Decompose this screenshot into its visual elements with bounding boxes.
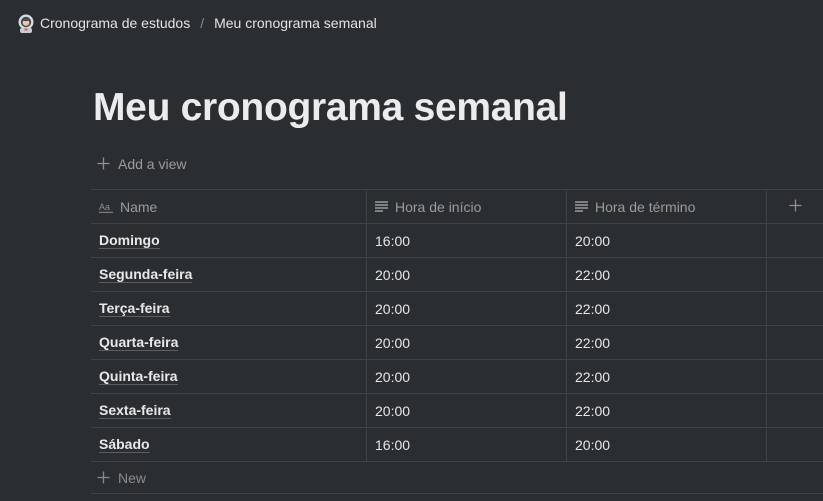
start-cell[interactable]: 20:00	[367, 292, 567, 325]
breadcrumb-current-label: Meu cronograma semanal	[214, 14, 377, 31]
name-cell[interactable]: Domingo	[91, 224, 367, 257]
add-view-button[interactable]: Add a view	[97, 156, 186, 172]
new-row-button[interactable]: New	[91, 462, 823, 494]
table-row[interactable]: Domingo 16:00 20:00	[91, 224, 823, 258]
empty-cell	[767, 326, 823, 359]
breadcrumb-current[interactable]: Meu cronograma semanal	[214, 15, 377, 31]
new-row-label: New	[118, 469, 147, 486]
column-header-end[interactable]: Hora de término	[567, 190, 767, 223]
text-property-icon	[375, 201, 388, 212]
table-header-row: Aa Name Hora de início Hora de término	[91, 189, 823, 224]
end-cell[interactable]: 22:00	[567, 258, 767, 291]
end-cell[interactable]: 20:00	[567, 224, 767, 257]
table-row[interactable]: Quarta-feira 20:00 22:00	[91, 326, 823, 360]
add-view-label: Add a view	[118, 156, 187, 172]
plus-icon	[97, 471, 111, 485]
add-column-button[interactable]	[767, 190, 823, 223]
text-property-icon	[575, 201, 588, 212]
database-table: Aa Name Hora de início Hora de término D…	[91, 189, 823, 494]
start-cell[interactable]: 16:00	[367, 428, 567, 461]
row-name[interactable]: Quarta-feira	[99, 335, 179, 351]
breadcrumb-separator: /	[200, 14, 205, 31]
breadcrumb-parent-label: Cronograma de estudos	[40, 14, 191, 31]
row-name[interactable]: Sexta-feira	[99, 403, 171, 419]
breadcrumb-bar: Cronograma de estudos / Meu cronograma s…	[0, 0, 823, 45]
empty-cell	[767, 360, 823, 393]
start-cell[interactable]: 20:00	[367, 258, 567, 291]
breadcrumb-parent[interactable]: Cronograma de estudos	[16, 13, 190, 33]
column-header-label: Hora de término	[595, 198, 696, 215]
svg-text:Aa: Aa	[99, 202, 110, 212]
row-name[interactable]: Sábado	[99, 437, 150, 453]
end-cell[interactable]: 20:00	[567, 428, 767, 461]
name-cell[interactable]: Quinta-feira	[91, 360, 367, 393]
start-cell[interactable]: 16:00	[367, 224, 567, 257]
empty-cell	[767, 428, 823, 461]
row-name[interactable]: Domingo	[99, 233, 160, 249]
page-title: Meu cronograma semanal	[93, 86, 568, 129]
table-row[interactable]: Sexta-feira 20:00 22:00	[91, 394, 823, 428]
empty-cell	[767, 258, 823, 291]
column-header-label: Hora de início	[395, 198, 482, 215]
start-cell[interactable]: 20:00	[367, 326, 567, 359]
table-row[interactable]: Segunda-feira 20:00 22:00	[91, 258, 823, 292]
column-header-name[interactable]: Aa Name	[91, 190, 367, 223]
empty-cell	[767, 292, 823, 325]
table-row[interactable]: Quinta-feira 20:00 22:00	[91, 360, 823, 394]
title-property-icon: Aa	[99, 201, 113, 213]
plus-icon	[97, 157, 111, 171]
column-header-label: Name	[120, 198, 158, 215]
astronaut-icon	[16, 13, 36, 33]
end-cell[interactable]: 22:00	[567, 360, 767, 393]
column-header-start[interactable]: Hora de início	[367, 190, 567, 223]
name-cell[interactable]: Sábado	[91, 428, 367, 461]
name-cell[interactable]: Quarta-feira	[91, 326, 367, 359]
row-name[interactable]: Quinta-feira	[99, 369, 178, 385]
name-cell[interactable]: Terça-feira	[91, 292, 367, 325]
name-cell[interactable]: Segunda-feira	[91, 258, 367, 291]
row-name[interactable]: Terça-feira	[99, 301, 170, 317]
start-cell[interactable]: 20:00	[367, 360, 567, 393]
empty-cell	[767, 224, 823, 257]
table-row[interactable]: Terça-feira 20:00 22:00	[91, 292, 823, 326]
start-cell[interactable]: 20:00	[367, 394, 567, 427]
plus-icon	[775, 196, 823, 217]
end-cell[interactable]: 22:00	[567, 292, 767, 325]
name-cell[interactable]: Sexta-feira	[91, 394, 367, 427]
end-cell[interactable]: 22:00	[567, 394, 767, 427]
row-name[interactable]: Segunda-feira	[99, 267, 193, 283]
table-row[interactable]: Sábado 16:00 20:00	[91, 428, 823, 462]
empty-cell	[767, 394, 823, 427]
end-cell[interactable]: 22:00	[567, 326, 767, 359]
